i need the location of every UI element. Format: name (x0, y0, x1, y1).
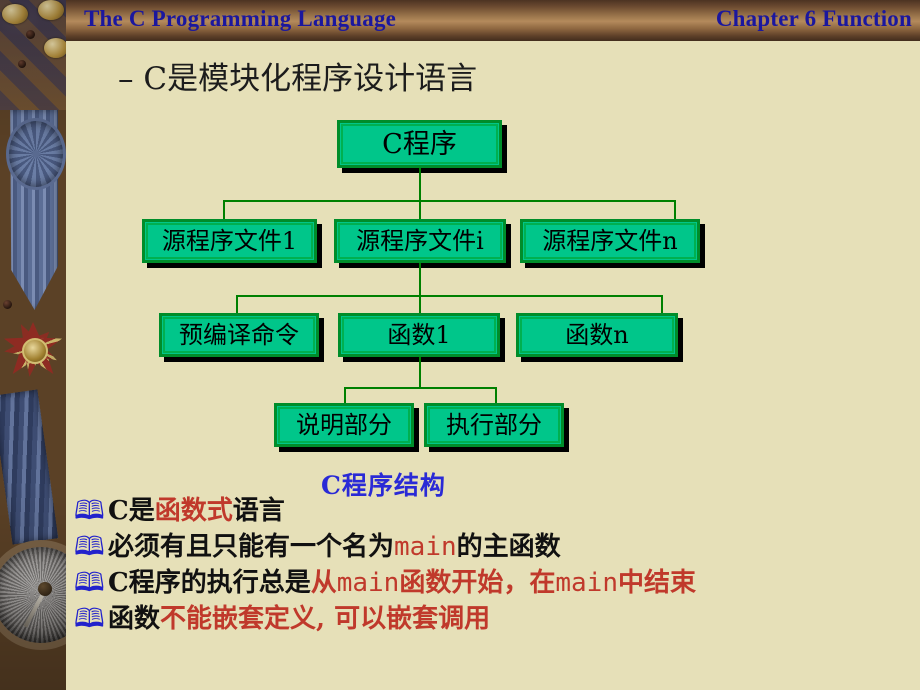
diagram-node-declaration-part: 说明部分 (274, 403, 414, 447)
diagram-node-function-1: 函数1 (338, 313, 500, 357)
slide-root: The C Programming Language Chapter 6 Fun… (0, 0, 920, 690)
bead-icon (18, 60, 26, 68)
bullet-4-text: 函数不能嵌套定义, 可以嵌套调用 (108, 604, 491, 634)
open-book-icon: 🕮 (74, 568, 105, 598)
coin-icon (38, 0, 64, 20)
medal-center-icon (22, 338, 48, 364)
diagram-node-file-1: 源程序文件1 (142, 219, 317, 263)
list-item: 🕮 必须有且只能有一个名为main的主函数 (74, 530, 920, 564)
node-label: 说明部分 (296, 411, 392, 439)
open-book-icon: 🕮 (74, 604, 105, 634)
list-item: 🕮 C是函数式语言 (74, 494, 920, 528)
list-item: 🕮 C程序的执行总是从main函数开始，在main中结束 (74, 566, 920, 600)
c-program-structure-diagram: C程序 源程序文件1 源程序文件i 源程序文件n 预编译命令 函数1 函数n 说… (66, 41, 920, 461)
diagram-node-file-i: 源程序文件i (334, 219, 506, 263)
slide-content: – C是模块化程序设计语言 C程序 源程序文件1 源程序文件i 源程序文件n 预… (66, 41, 920, 690)
rosette-icon (6, 118, 66, 190)
open-book-icon: 🕮 (74, 532, 105, 562)
connector-line (236, 295, 661, 297)
coin-icon (2, 4, 28, 24)
chapter-label: Chapter 6 Function (715, 6, 912, 31)
node-label: 函数1 (387, 321, 451, 349)
coin-icon (44, 38, 66, 58)
node-label: C程序 (382, 128, 457, 160)
medal-cross-icon (0, 300, 66, 396)
bullet-3-text: C程序的执行总是从main函数开始，在main中结束 (108, 568, 696, 598)
node-label: 执行部分 (446, 411, 542, 439)
connector-line (344, 387, 496, 389)
compass-hub-icon (38, 582, 52, 596)
node-label: 源程序文件1 (161, 227, 298, 255)
diagram-node-file-n: 源程序文件n (520, 219, 700, 263)
connector-line (419, 263, 421, 295)
sash-icon (0, 389, 59, 545)
diagram-node-function-n: 函数n (516, 313, 678, 357)
diagram-node-root: C程序 (337, 120, 502, 168)
diagram-node-precompile: 预编译命令 (159, 313, 319, 357)
diagram-node-execution-part: 执行部分 (424, 403, 564, 447)
bead-icon (26, 30, 35, 39)
decorative-sidebar (0, 0, 66, 690)
node-label: 函数n (565, 321, 629, 349)
bullet-2-text: 必须有且只能有一个名为main的主函数 (108, 532, 561, 562)
open-book-icon: 🕮 (74, 496, 105, 526)
bullet-1-text: C是函数式语言 (108, 496, 285, 526)
bullet-list: 🕮 C是函数式语言 🕮 必须有且只能有一个名为main的主函数 🕮 C程序的执行… (74, 494, 920, 638)
node-label: 预编译命令 (179, 321, 299, 349)
connector-line (223, 200, 676, 202)
page-title: The C Programming Language (84, 6, 397, 31)
connector-line (419, 168, 421, 200)
node-label: 源程序文件i (356, 227, 484, 255)
node-label: 源程序文件n (542, 227, 678, 255)
header-banner: The C Programming Language Chapter 6 Fun… (66, 0, 920, 41)
list-item: 🕮 函数不能嵌套定义, 可以嵌套调用 (74, 602, 920, 636)
connector-line (419, 357, 421, 387)
compass-icon (0, 540, 66, 650)
